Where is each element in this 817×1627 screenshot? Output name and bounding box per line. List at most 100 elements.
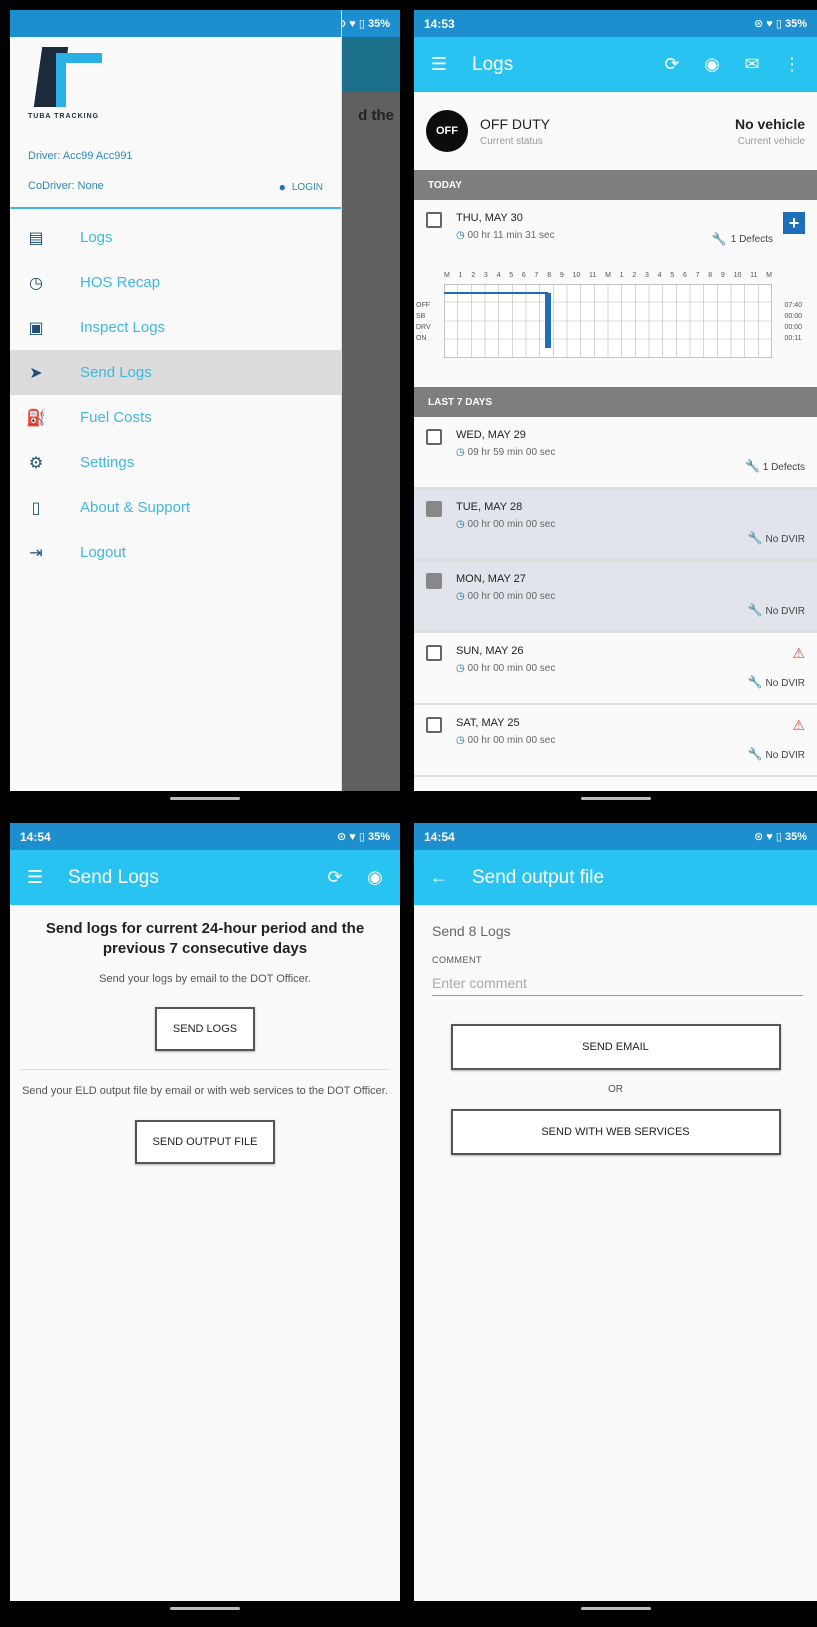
logs-count: Send 8 Logs [432, 923, 511, 939]
clock-icon: ◷ [456, 735, 465, 746]
log-date: SUN, MAY 26 [456, 645, 524, 657]
clock-icon: ◷ [456, 591, 465, 602]
hour-labels: M 1 2 3 4 5 6 7 8 9 10 11 M 1 2 3 4 5 6 7 8 9 10 11 M [444, 272, 772, 282]
clock-icon: ◷ [29, 274, 43, 292]
system-nav-bar [10, 1601, 400, 1615]
dvir-status: No DVIR [765, 606, 805, 617]
hour-label: M [766, 272, 772, 279]
duty-row-total: 00:00 [784, 324, 802, 331]
comment-input[interactable] [432, 969, 803, 996]
home-handle[interactable] [170, 796, 240, 800]
location-pin-icon[interactable]: ◉ [699, 52, 725, 78]
menu-item-logout[interactable]: ⇥ Logout [10, 530, 341, 575]
menu-item-hos-recap[interactable]: ◷ HOS Recap [10, 260, 341, 305]
menu-item-about-support[interactable]: ▯ About & Support [10, 485, 341, 530]
day-checkbox[interactable] [426, 645, 442, 661]
duty-row-label: DRV [416, 324, 431, 331]
wrench-icon: 🔧 [711, 232, 727, 246]
hour-label: 10 [733, 272, 742, 279]
log-day-row[interactable]: WED, MAY 29 ◷ 09 hr 59 min 00 sec 🔧 1 Defe… [414, 417, 817, 489]
past-logs-list: WED, MAY 29 ◷ 09 hr 59 min 00 sec 🔧 1 Defe… [414, 417, 817, 777]
dvir-status: No DVIR [765, 750, 805, 761]
codriver-name: CoDriver: None [28, 180, 104, 192]
day-checkbox[interactable] [426, 501, 442, 517]
sync-icon[interactable]: ⟳ [659, 52, 685, 78]
login-button[interactable]: ● LOGIN [279, 180, 323, 194]
menu-icon[interactable]: ☰ [426, 52, 452, 78]
app-toolbar: ← Send output file [414, 850, 817, 905]
send-with-web-services-button[interactable]: SEND WITH WEB SERVICES [450, 1109, 781, 1155]
menu-item-settings[interactable]: ⚙ Settings [10, 440, 341, 485]
log-day-row[interactable]: TUE, MAY 28 ◷ 00 hr 00 min 00 sec 🔧 No DVI… [414, 489, 817, 561]
send-email-button[interactable]: SEND EMAIL [450, 1024, 781, 1070]
day-checkbox[interactable] [426, 717, 442, 733]
warning-icon: ⚠ [792, 717, 805, 733]
defects-count: 1 Defects [730, 233, 773, 245]
hour-label: M [605, 272, 611, 279]
back-arrow-icon[interactable]: ← [426, 865, 452, 891]
gear-icon: ⚙ [28, 454, 44, 472]
duty-row-label: SB [416, 313, 426, 320]
duty-row-label: ON [416, 335, 427, 342]
status-time: 14:54 [20, 829, 51, 844]
home-handle[interactable] [580, 796, 651, 800]
mail-icon[interactable]: ✉ [739, 52, 765, 78]
navigation-drawer: TUBA TRACKING Driver: Acc99 Acc991 CoDri… [10, 10, 342, 805]
clock-icon: ◷ [456, 663, 465, 674]
hour-label: 1 [619, 272, 624, 279]
drawer-screen: d the 14:53 ⊙ ♥ ▯ 35% TUBA TRACKING Driv… [10, 10, 400, 805]
send-output-file-button[interactable]: SEND OUTPUT FILE [134, 1120, 276, 1164]
vehicle-label: Current vehicle [737, 135, 805, 147]
more-vert-icon[interactable]: ⋮ [779, 52, 805, 78]
sync-icon[interactable]: ⟳ [322, 865, 348, 891]
or-separator: OR [608, 1084, 623, 1095]
add-button[interactable]: + [783, 212, 805, 234]
location-pin-icon[interactable]: ◉ [362, 865, 388, 891]
hour-label: 5 [509, 272, 514, 279]
home-handle[interactable] [170, 1606, 240, 1610]
hos-grid-chart [444, 284, 772, 358]
log-day-row[interactable]: SAT, MAY 25 ◷ 00 hr 00 min 00 sec ⚠ 🔧 No DV… [414, 705, 817, 777]
hour-label: 2 [471, 272, 476, 279]
menu-item-fuel-costs[interactable]: ⛽ Fuel Costs [10, 395, 341, 440]
duty-row-total: 00:00 [784, 313, 802, 320]
send-icon: ➤ [29, 364, 43, 382]
hour-label: 5 [670, 272, 675, 279]
log-day-row[interactable]: SUN, MAY 26 ◷ 00 hr 00 min 00 sec ⚠ 🔧 No DV… [414, 633, 817, 705]
hour-label: 6 [521, 272, 526, 279]
vehicle-selector[interactable]: No vehicle Current vehicle [735, 116, 805, 147]
dvir-status: No DVIR [765, 678, 805, 689]
day-checkbox[interactable] [426, 573, 442, 589]
hour-label: 9 [720, 272, 725, 279]
status-time: 14:53 [424, 16, 455, 31]
menu-item-logs[interactable]: ▤ Logs [10, 215, 341, 260]
log-day-row[interactable]: MON, MAY 27 ◷ 00 hr 00 min 00 sec 🔧 No DVI… [414, 561, 817, 633]
today-log-row[interactable]: THU, MAY 30 ◷ 00 hr 11 min 31 sec 🔧 1 De… [414, 200, 817, 387]
hour-label: 7 [534, 272, 539, 279]
today-checkbox[interactable] [426, 212, 442, 228]
log-duration: 00 hr 11 min 31 sec [467, 230, 555, 241]
hour-label: 3 [483, 272, 488, 279]
hour-label: 6 [682, 272, 687, 279]
person-icon: ● [278, 180, 286, 194]
menu-item-send-logs[interactable]: ➤ Send Logs [10, 350, 341, 395]
section-header-today: TODAY [414, 170, 817, 200]
wrench-icon: 🔧 [747, 675, 763, 689]
send-logs-button[interactable]: SEND LOGS [154, 1007, 256, 1051]
clock-icon: ◷ [456, 447, 465, 458]
screenshot-grid: d the 14:53 ⊙ ♥ ▯ 35% TUBA TRACKING Driv… [0, 0, 817, 1627]
menu-icon[interactable]: ☰ [22, 865, 48, 891]
send-output-file-screen: 14:54 ⊙ ♥ ▯ 35% ← Send output file Send … [414, 823, 817, 1615]
duty-status-badge[interactable]: OFF [426, 110, 468, 152]
home-handle[interactable] [580, 1606, 651, 1610]
send-logs-heading: Send logs for current 24-hour period and… [45, 920, 365, 957]
day-checkbox[interactable] [426, 429, 442, 445]
logo-text: TUBA TRACKING [28, 113, 100, 120]
hos-graph: M 1 2 3 4 5 6 7 8 9 10 11 M 1 2 3 4 5 6 7 8 9 10 11 M OFF SB DRV ON… [416, 272, 802, 358]
comment-label: COMMENT [432, 955, 482, 965]
warning-icon: ⚠ [792, 645, 805, 661]
hour-label: M [444, 272, 450, 279]
logs-screen: 14:53 ⊙ ♥ ▯ 35% ☰ Logs ⟳ ◉ ✉ ⋮ OFF OFF D… [414, 10, 817, 805]
system-nav-bar [414, 1601, 817, 1615]
menu-item-inspect-logs[interactable]: ▣ Inspect Logs [10, 305, 341, 350]
